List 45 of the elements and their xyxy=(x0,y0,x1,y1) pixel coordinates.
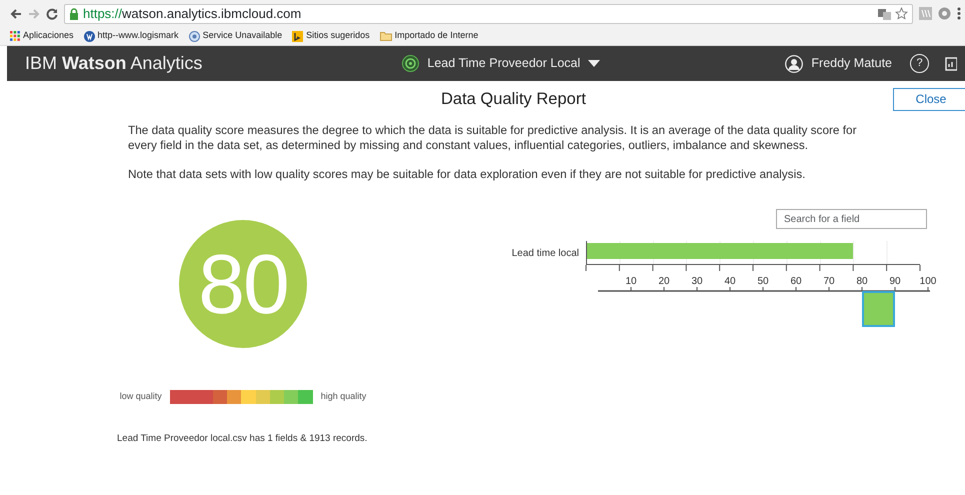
translate-icon[interactable] xyxy=(878,8,891,20)
back-icon[interactable] xyxy=(10,8,22,20)
reload-icon[interactable] xyxy=(46,8,58,20)
close-button[interactable]: Close xyxy=(893,88,965,110)
search-field[interactable]: Search for a field xyxy=(776,209,927,229)
dataset-icon xyxy=(402,55,420,72)
chart-icon[interactable] xyxy=(945,56,957,72)
star-icon[interactable] xyxy=(895,7,908,20)
caret-icon[interactable] xyxy=(588,60,600,67)
app-logo[interactable]: IBM Watson Analytics xyxy=(25,50,202,77)
menu-icon[interactable] xyxy=(957,7,961,20)
lock-icon xyxy=(69,8,79,20)
bing-icon xyxy=(292,30,304,42)
axis-label: 40 xyxy=(724,276,736,287)
quality-score: 80 xyxy=(179,220,307,348)
axis-label: 70 xyxy=(823,276,835,287)
dataset-selector[interactable]: Lead Time Proveedor Local xyxy=(427,54,580,73)
report-title: Data Quality Report xyxy=(441,88,586,110)
axis-label: 100 xyxy=(920,276,936,287)
axis-label: 80 xyxy=(856,276,868,287)
scale-label: high quality xyxy=(320,390,366,404)
bookmark[interactable]: Service Unavailable xyxy=(188,29,282,43)
axis-label: 60 xyxy=(790,276,802,287)
help-button[interactable]: ? xyxy=(910,54,929,73)
field-label: Lead time local xyxy=(510,246,580,260)
axis-label: 30 xyxy=(691,276,703,287)
user-name[interactable]: Freddy Matute xyxy=(811,54,892,73)
bookmark[interactable]: Sitios sugeridos xyxy=(292,29,370,43)
axis-label: 50 xyxy=(757,276,769,287)
description-text: Note that data sets with low quality scores may be suitable for data exploration even if they are not suitable for predictive analysis. xyxy=(128,167,806,182)
bookmark[interactable]: http--www.logismark xyxy=(84,29,179,43)
bookmark[interactable]: Importado de Interne xyxy=(380,29,478,43)
extension-icon[interactable] xyxy=(938,7,951,20)
site-icon xyxy=(84,30,95,42)
bookmark[interactable]: Aplicaciones xyxy=(10,29,74,43)
apps-icon xyxy=(10,31,20,41)
axis-label: 10 xyxy=(625,276,637,287)
folder-icon xyxy=(380,31,392,41)
globe-icon xyxy=(188,30,200,42)
axis-label: 90 xyxy=(889,276,901,287)
axis-label: 20 xyxy=(658,276,670,287)
user-icon[interactable] xyxy=(785,54,804,72)
scale-label: low quality xyxy=(120,390,162,404)
summary-text: Lead Time Proveedor local.csv has 1 fields & 1913 records. xyxy=(117,432,368,446)
description-text: The data quality score measures the degree to which the data is suitable for predictive analysis. It is an average of the data quality score for every field in the data set, as determined by missing and constant values, influential categories, outliers, imbalance and skewness. xyxy=(128,123,858,153)
